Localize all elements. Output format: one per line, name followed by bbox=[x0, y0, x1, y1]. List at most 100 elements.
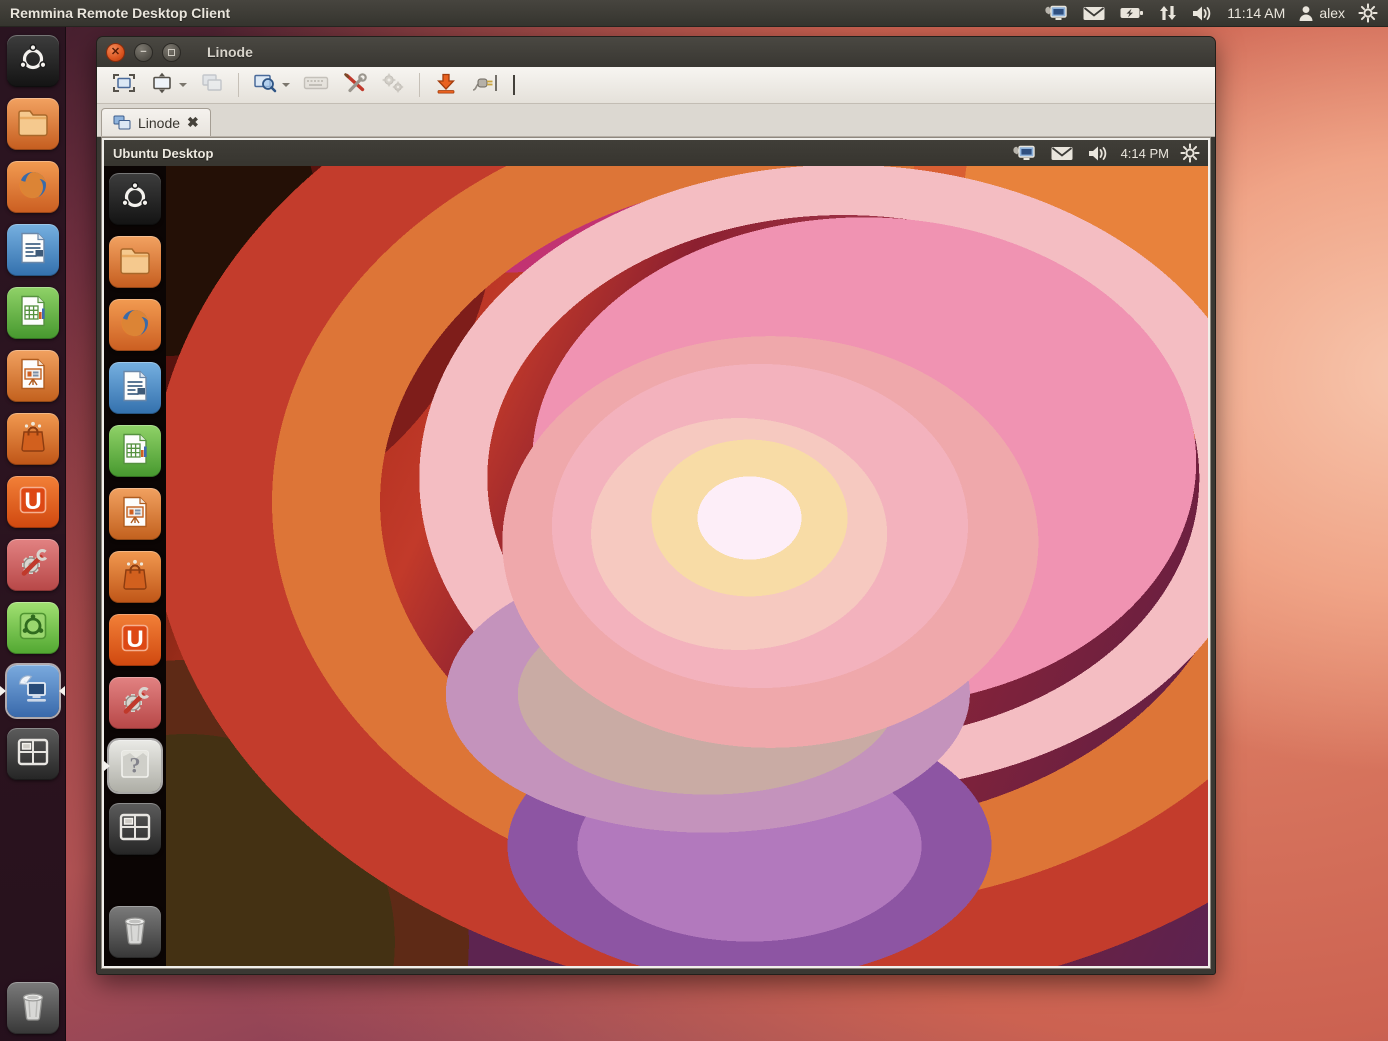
toolbar-separator bbox=[419, 73, 420, 97]
launcher-item-firefox[interactable] bbox=[7, 161, 59, 213]
minimize-button[interactable]: − bbox=[134, 43, 153, 62]
tb-gears-icon bbox=[380, 72, 406, 99]
remote-top-panel: Ubuntu Desktop 4:14 PM bbox=[104, 140, 1208, 166]
plugin-settings-button[interactable] bbox=[374, 71, 412, 100]
preferences-tools-button[interactable] bbox=[336, 71, 374, 100]
firefox-icon bbox=[15, 167, 51, 208]
remote-desktop-indicator-icon[interactable] bbox=[1011, 143, 1037, 163]
launcher-item-trash[interactable] bbox=[7, 982, 59, 1034]
launcher-item-firefox[interactable] bbox=[109, 299, 161, 351]
launcher-slot-libreoffice-writer bbox=[104, 362, 166, 414]
dropdown-caret-icon[interactable] bbox=[179, 83, 187, 87]
launcher-item-system-settings[interactable] bbox=[7, 539, 59, 591]
toolbar-separator bbox=[238, 73, 239, 97]
libreoffice-calc-icon bbox=[117, 431, 153, 472]
mail-indicator-icon[interactable] bbox=[1050, 145, 1074, 162]
focused-indicator-arrow bbox=[59, 686, 65, 696]
launcher-item-ubuntu-one[interactable]: U bbox=[7, 476, 59, 528]
launcher-item-home-folder[interactable] bbox=[109, 236, 161, 288]
maximize-button[interactable] bbox=[162, 43, 181, 62]
connection-tabbar: Linode ✖ bbox=[97, 104, 1215, 137]
remote-session-gear-icon[interactable] bbox=[1180, 143, 1200, 163]
launcher-item-remmina[interactable] bbox=[7, 665, 59, 717]
launcher-item-ubuntu-one[interactable]: U bbox=[109, 614, 161, 666]
tb-tray-icon bbox=[433, 72, 459, 99]
minimize-to-tray-button[interactable] bbox=[427, 71, 465, 100]
fullscreen-button[interactable] bbox=[105, 71, 143, 100]
disconnect-button[interactable] bbox=[465, 71, 507, 100]
tb-fit-icon bbox=[149, 72, 175, 99]
toolbar-buttons bbox=[105, 71, 507, 100]
libreoffice-impress-icon bbox=[15, 356, 51, 397]
battery-indicator-icon[interactable] bbox=[1119, 5, 1145, 21]
launcher-item-unknown-window[interactable]: ? bbox=[109, 740, 161, 792]
libreoffice-impress-icon bbox=[117, 494, 153, 535]
launcher-slot-system-settings bbox=[104, 677, 166, 729]
host-indicator-area: 11:14 AM alex bbox=[1043, 3, 1388, 23]
svg-text:?: ? bbox=[130, 752, 141, 777]
home-folder-icon bbox=[117, 242, 153, 283]
launcher-item-libreoffice-writer[interactable] bbox=[109, 362, 161, 414]
launcher-item-libreoffice-calc[interactable] bbox=[7, 287, 59, 339]
remote-viewport-frame: Ubuntu Desktop 4:14 PM U? bbox=[101, 137, 1211, 969]
launcher-item-trash[interactable] bbox=[109, 906, 161, 958]
svg-text:U: U bbox=[24, 488, 41, 515]
launcher-item-libreoffice-impress[interactable] bbox=[7, 350, 59, 402]
tab-close-icon[interactable]: ✖ bbox=[187, 114, 199, 131]
remote-panel-title[interactable]: Ubuntu Desktop bbox=[104, 146, 213, 161]
volume-indicator-icon[interactable] bbox=[1191, 5, 1214, 22]
host-tray bbox=[1043, 3, 1214, 23]
remote-clock[interactable]: 4:14 PM bbox=[1121, 146, 1169, 161]
tab-linode[interactable]: Linode ✖ bbox=[101, 108, 211, 136]
launcher-item-dash-home[interactable] bbox=[7, 35, 59, 87]
workspace-switcher-icon bbox=[15, 734, 51, 775]
remote-screen[interactable]: Ubuntu Desktop 4:14 PM U? bbox=[104, 140, 1208, 966]
user-menu[interactable]: alex bbox=[1298, 5, 1345, 22]
volume-indicator-icon[interactable] bbox=[1087, 145, 1110, 162]
remmina-icon bbox=[15, 671, 51, 712]
libreoffice-calc-icon bbox=[15, 293, 51, 334]
grab-keyboard-button[interactable] bbox=[296, 71, 336, 100]
launcher-slot-libreoffice-impress bbox=[104, 488, 166, 540]
dropdown-caret-icon[interactable] bbox=[282, 83, 290, 87]
window-titlebar[interactable]: ✕ − Linode bbox=[97, 37, 1215, 67]
duplicate-connection-button[interactable] bbox=[193, 71, 231, 100]
tb-plug-icon bbox=[471, 72, 501, 99]
scaled-mode-button[interactable] bbox=[246, 71, 296, 100]
remote-desktop-indicator-icon[interactable] bbox=[1043, 3, 1069, 23]
remote-wallpaper[interactable] bbox=[166, 166, 1208, 966]
close-button[interactable]: ✕ bbox=[106, 43, 125, 62]
workspace-switcher-icon bbox=[117, 809, 153, 850]
host-launcher: U bbox=[0, 27, 66, 1041]
launcher-slot-firefox bbox=[0, 161, 65, 213]
launcher-item-system-settings[interactable] bbox=[109, 677, 161, 729]
launcher-item-workspace-switcher[interactable] bbox=[109, 803, 161, 855]
launcher-item-ubuntu-software-center[interactable] bbox=[7, 413, 59, 465]
launcher-item-software-updater[interactable] bbox=[7, 602, 59, 654]
launcher-item-libreoffice-impress[interactable] bbox=[109, 488, 161, 540]
keyboard-focus-cursor bbox=[513, 75, 515, 95]
remmina-toolbar bbox=[97, 67, 1215, 104]
unknown-window-icon: ? bbox=[117, 746, 153, 787]
tb-keyboard-icon bbox=[302, 72, 330, 99]
mail-indicator-icon[interactable] bbox=[1082, 5, 1106, 22]
remote-desktop-body: U? bbox=[104, 166, 1208, 966]
dash-home-icon bbox=[16, 42, 50, 81]
session-gear-icon[interactable] bbox=[1358, 3, 1378, 23]
tb-dup-icon bbox=[199, 72, 225, 99]
launcher-item-ubuntu-software-center[interactable] bbox=[109, 551, 161, 603]
launcher-slot-home-folder bbox=[104, 236, 166, 288]
network-indicator-icon[interactable] bbox=[1158, 4, 1178, 22]
launcher-item-dash-home[interactable] bbox=[109, 173, 161, 225]
launcher-item-libreoffice-writer[interactable] bbox=[7, 224, 59, 276]
ubuntu-software-center-icon bbox=[117, 557, 153, 598]
launcher-item-home-folder[interactable] bbox=[7, 98, 59, 150]
launcher-slot-firefox bbox=[104, 299, 166, 351]
launcher-slot-libreoffice-writer bbox=[0, 224, 65, 276]
launcher-slot-unknown-window: ? bbox=[104, 740, 166, 792]
host-clock[interactable]: 11:14 AM bbox=[1227, 5, 1285, 21]
launcher-item-libreoffice-calc[interactable] bbox=[109, 425, 161, 477]
fit-window-button[interactable] bbox=[143, 71, 193, 100]
system-settings-icon bbox=[15, 545, 51, 586]
launcher-item-workspace-switcher[interactable] bbox=[7, 728, 59, 780]
